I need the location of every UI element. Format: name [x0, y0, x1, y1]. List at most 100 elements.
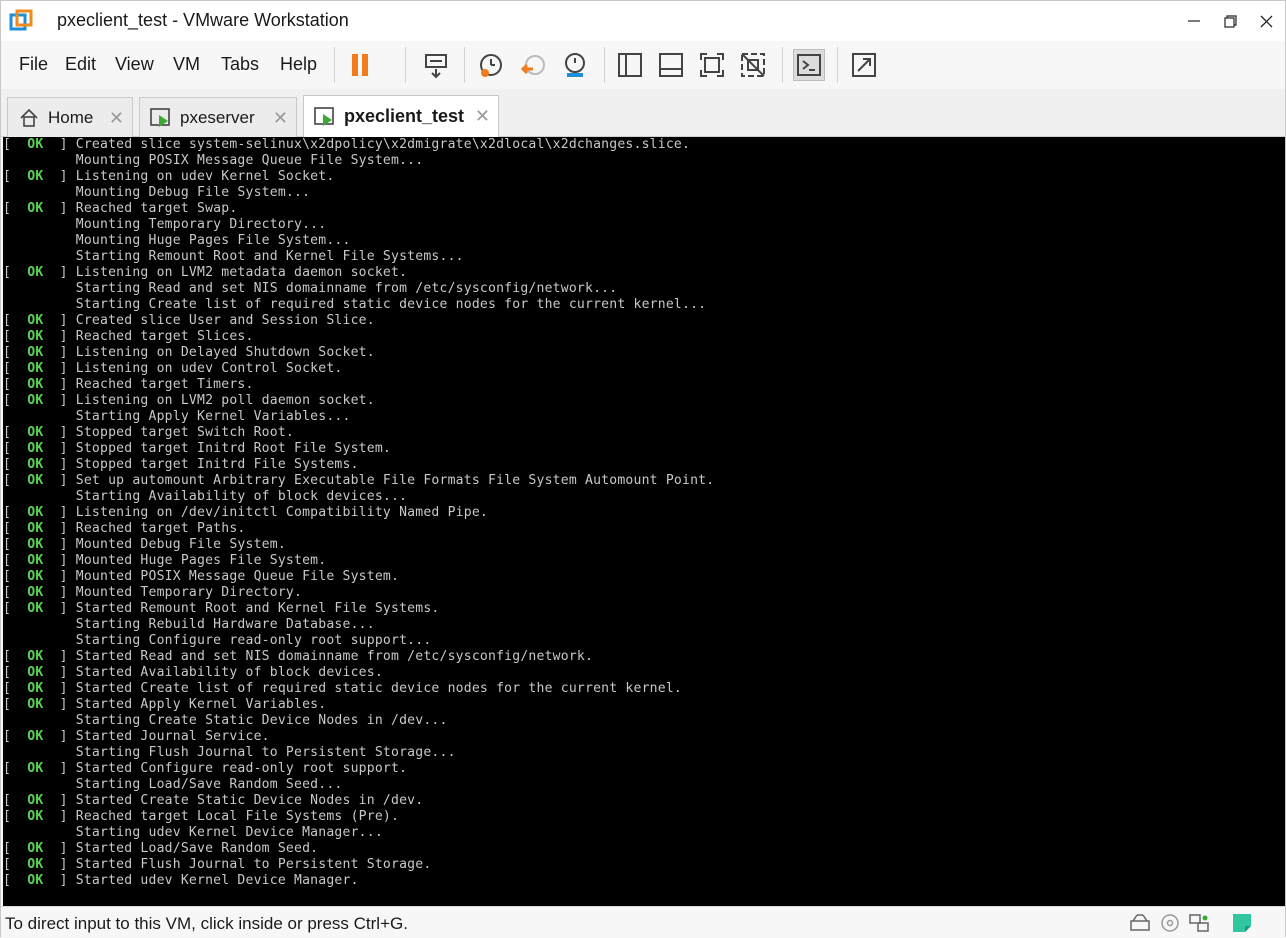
- cd-dvd-icon[interactable]: [1159, 912, 1181, 934]
- console-view-icon[interactable]: [793, 49, 825, 81]
- ok-status: OK: [27, 649, 44, 664]
- console-line-text: Mounted Temporary Directory.: [75, 585, 303, 600]
- console-line: [ OK ] Started Flush Journal to Persiste…: [3, 857, 432, 872]
- ok-status: OK: [27, 601, 44, 616]
- console-line: [ OK ] Listening on LVM2 poll daemon soc…: [3, 393, 375, 408]
- ok-status: OK: [27, 441, 44, 456]
- console-line-text: Reached target Timers.: [75, 377, 254, 392]
- menu-help[interactable]: Help: [280, 54, 317, 75]
- console-line-text: Listening on udev Control Socket.: [75, 361, 343, 376]
- vm-icon: [150, 107, 172, 129]
- console-line: [ OK ] Started Create Static Device Node…: [3, 793, 424, 808]
- console-line-text: Stopped target Initrd Root File System.: [75, 441, 392, 456]
- send-ctrl-alt-del-icon[interactable]: [420, 49, 452, 81]
- ok-status: OK: [27, 553, 44, 568]
- console-line: [ OK ] Reached target Timers.: [3, 377, 254, 392]
- console-line-text: Starting Availability of block devices..…: [75, 489, 408, 504]
- tab-pxeserver[interactable]: pxeserver ✕: [139, 97, 297, 137]
- console-line: Mounting Huge Pages File System...: [3, 233, 714, 249]
- close-tab-icon[interactable]: ✕: [475, 106, 490, 127]
- console-line-text: Mounting Temporary Directory...: [75, 217, 327, 232]
- close-tab-icon[interactable]: ✕: [273, 108, 288, 129]
- console-line: Starting Availability of block devices..…: [3, 489, 714, 505]
- take-snapshot-icon[interactable]: [475, 49, 507, 81]
- console-line: [ OK ] Mounted Temporary Directory.: [3, 585, 303, 600]
- console-line-text: Stopped target Initrd File Systems.: [75, 457, 359, 472]
- console-line-text: Mounting Debug File System...: [75, 185, 311, 200]
- suspend-pause-icon[interactable]: [344, 49, 376, 81]
- console-line: [ OK ] Listening on Delayed Shutdown Soc…: [3, 345, 375, 360]
- toolbar-separator: [837, 47, 838, 83]
- console-line: [ OK ] Started Configure read-only root …: [3, 761, 408, 776]
- console-line-text: Starting Remount Root and Kernel File Sy…: [75, 249, 464, 264]
- ok-status: OK: [27, 313, 44, 328]
- console-line-text: Started Availability of block devices.: [75, 665, 383, 680]
- console-line-text: Stopped target Switch Root.: [75, 425, 295, 440]
- ok-status: OK: [27, 329, 44, 344]
- window-title: pxeclient_test - VMware Workstation: [57, 10, 349, 30]
- console-line: Starting Configure read-only root suppor…: [3, 633, 714, 649]
- tab-label: Home: [48, 107, 94, 127]
- console-line: [ OK ] Started Remount Root and Kernel F…: [3, 601, 440, 616]
- console-line: Starting Create Static Device Nodes in /…: [3, 713, 714, 729]
- tab-home[interactable]: Home ✕: [7, 97, 133, 137]
- console-line-text: Mounted POSIX Message Queue File System.: [75, 569, 400, 584]
- home-icon: [18, 107, 40, 129]
- close-tab-icon[interactable]: ✕: [109, 108, 124, 129]
- console-line: Starting Remount Root and Kernel File Sy…: [3, 249, 714, 265]
- console-line: [ OK ] Reached target Paths.: [3, 521, 246, 536]
- stretch-guest-icon[interactable]: [848, 49, 880, 81]
- title-bar: pxeclient_test - VMware Workstation: [1, 1, 1285, 41]
- console-output: [ OK ] Created slice system-selinux\x2dp…: [3, 137, 714, 889]
- menu-file[interactable]: File: [19, 54, 48, 75]
- vmware-window: pxeclient_test - VMware Workstation File…: [0, 0, 1286, 938]
- console-line: [ OK ] Reached target Local File Systems…: [3, 809, 400, 824]
- ok-status: OK: [27, 761, 44, 776]
- menu-tabs[interactable]: Tabs: [221, 54, 259, 75]
- console-line-text: Listening on Delayed Shutdown Socket.: [75, 345, 375, 360]
- vm-console[interactable]: [ OK ] Created slice system-selinux\x2dp…: [3, 137, 1285, 906]
- hard-disk-icon[interactable]: [1129, 912, 1151, 934]
- console-line-text: Starting Create list of required static …: [75, 297, 707, 312]
- toolbar-separator: [604, 47, 605, 83]
- console-line: [ OK ] Started Apply Kernel Variables.: [3, 697, 327, 712]
- message-log-icon[interactable]: [1231, 912, 1253, 934]
- console-line-text: Mounted Huge Pages File System.: [75, 553, 327, 568]
- show-library-icon[interactable]: [614, 49, 646, 81]
- console-line-text: Started Flush Journal to Persistent Stor…: [75, 857, 432, 872]
- tab-pxeclient-test[interactable]: pxeclient_test ✕: [303, 95, 499, 137]
- console-line-text: Reached target Slices.: [75, 329, 254, 344]
- console-line: [ OK ] Stopped target Initrd Root File S…: [3, 441, 392, 456]
- console-line-text: Starting Configure read-only root suppor…: [75, 633, 432, 648]
- full-screen-icon[interactable]: [696, 49, 728, 81]
- console-line-text: Mounting Huge Pages File System...: [75, 233, 351, 248]
- ok-status: OK: [27, 361, 44, 376]
- console-line-text: Started Load/Save Random Seed.: [75, 841, 319, 856]
- menu-edit[interactable]: Edit: [65, 54, 96, 75]
- revert-snapshot-icon[interactable]: [517, 49, 549, 81]
- network-adapter-icon[interactable]: [1188, 912, 1210, 934]
- ok-status: OK: [27, 665, 44, 680]
- ok-status: OK: [27, 809, 44, 824]
- close-window-button[interactable]: [1243, 5, 1286, 37]
- console-line: Starting udev Kernel Device Manager...: [3, 825, 714, 841]
- ok-status: OK: [27, 393, 44, 408]
- ok-status: OK: [27, 841, 44, 856]
- console-line: [ OK ] Started Load/Save Random Seed.: [3, 841, 319, 856]
- unity-icon[interactable]: [737, 49, 769, 81]
- console-line-text: Starting Rebuild Hardware Database...: [75, 617, 375, 632]
- console-line-text: Reached target Local File Systems (Pre).: [75, 809, 400, 824]
- ok-status: OK: [27, 697, 44, 712]
- menu-view[interactable]: View: [115, 54, 154, 75]
- toolbar-separator: [464, 47, 465, 83]
- console-line-text: Mounting POSIX Message Queue File System…: [75, 153, 424, 168]
- console-line: [ OK ] Mounted Debug File System.: [3, 537, 286, 552]
- console-line-text: Started udev Kernel Device Manager.: [75, 873, 359, 888]
- console-line: Mounting POSIX Message Queue File System…: [3, 153, 714, 169]
- ok-status: OK: [27, 521, 44, 536]
- snapshot-manager-icon[interactable]: [559, 49, 591, 81]
- show-thumbnail-bar-icon[interactable]: [655, 49, 687, 81]
- menu-vm[interactable]: VM: [173, 54, 200, 75]
- console-line-text: Starting Apply Kernel Variables...: [75, 409, 351, 424]
- console-line-text: Started Remount Root and Kernel File Sys…: [75, 601, 440, 616]
